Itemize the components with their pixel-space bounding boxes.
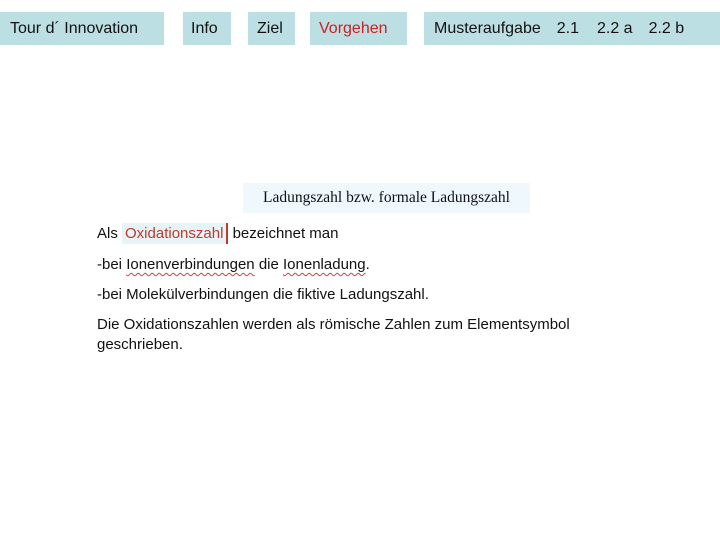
line2-prefix: -bei <box>97 256 123 273</box>
line2-middle: die <box>258 256 279 273</box>
nav-tour-button[interactable]: Tour d´ Innovation <box>0 12 164 45</box>
nav-vorgehen-label: Vorgehen <box>319 20 388 37</box>
nav-musteraufgabe-button[interactable]: Musteraufgabe <box>434 12 541 45</box>
paragraph-line-1: Die Oxidationszahlen werden als römische… <box>97 316 570 333</box>
nav-ziel-label: Ziel <box>257 20 283 37</box>
spellcheck-word-ionenverbindungen: Ionenverbindungen <box>126 256 255 273</box>
nav-info-button[interactable]: Info <box>183 12 231 45</box>
nav-aufgabe-2-1[interactable]: 2.1 <box>557 12 579 45</box>
nav-aufgabe-2-2b[interactable]: 2.2 b <box>649 12 685 45</box>
ionic-compounds-line: -bei Ionenverbindungen die Ionenladung. <box>97 256 370 273</box>
heading-box: Ladungszahl bzw. formale Ladungszahl <box>243 183 530 213</box>
molecular-compounds-line: -bei Molekülverbindungen die fiktive Lad… <box>97 286 429 303</box>
nav-tour-label: Tour d´ Innovation <box>10 20 139 37</box>
line2-suffix: . <box>365 256 370 273</box>
line1-after: bezeichnet man <box>232 225 339 242</box>
nav-vorgehen-button[interactable]: Vorgehen <box>310 12 407 45</box>
spellcheck-word-ionenladung: Ionenladung <box>283 256 366 273</box>
nav-aufgabe-2-2a[interactable]: 2.2 a <box>597 12 633 45</box>
nav-info-label: Info <box>191 20 218 37</box>
nav-musteraufgabe-bar: Musteraufgabe 2.1 2.2 a 2.2 b <box>424 12 720 45</box>
roman-numerals-paragraph: Die Oxidationszahlen werden als römische… <box>97 315 570 355</box>
definition-line: Als Oxidationszahl bezeichnet man <box>97 223 339 244</box>
nav-ziel-button[interactable]: Ziel <box>248 12 295 45</box>
paragraph-line-2: geschrieben. <box>97 336 183 353</box>
highlighted-term: Oxidationszahl <box>122 223 229 244</box>
line1-before: Als <box>97 225 118 242</box>
